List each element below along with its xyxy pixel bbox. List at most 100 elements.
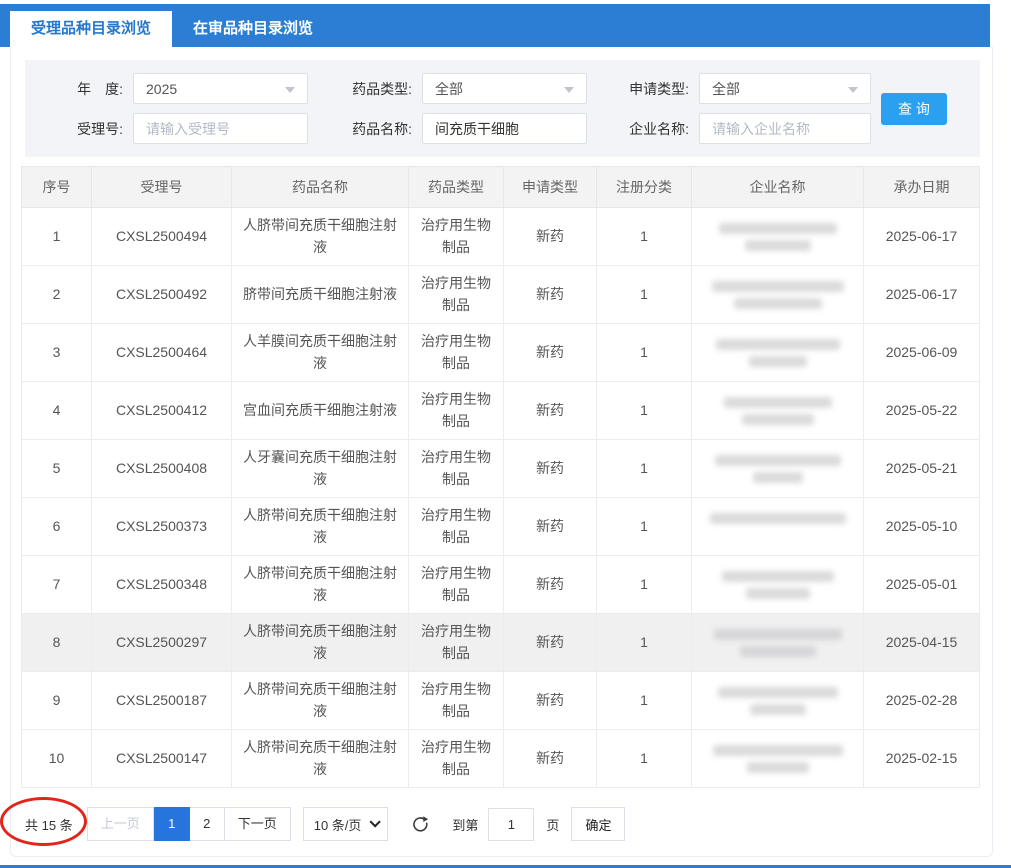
goto-page-input[interactable] xyxy=(488,808,534,841)
cell-apply-type: 新药 xyxy=(504,382,597,440)
table-row[interactable]: 9 CXSL2500187 人脐带间充质干细胞注射液 治疗用生物制品 新药 1 … xyxy=(22,672,980,730)
cell-index: 6 xyxy=(22,498,92,556)
company-name-label: 企业名称: xyxy=(597,119,689,139)
col-header-drug-type: 药品类型 xyxy=(409,167,504,208)
cell-drug-type: 治疗用生物制品 xyxy=(409,266,504,324)
pagination-bar: 共 15 条 上一页 12 下一页 10 条/页 到第 页 确定 xyxy=(23,807,992,841)
year-select[interactable]: 2025 xyxy=(133,73,308,104)
company-redacted-blur xyxy=(702,223,853,251)
total-count: 共 15 条 xyxy=(25,815,73,834)
cell-reg-class: 1 xyxy=(597,672,692,730)
cell-company xyxy=(692,440,864,498)
cell-acceptance-no: CXSL2500492 xyxy=(92,266,232,324)
table-row[interactable]: 1 CXSL2500494 人脐带间充质干细胞注射液 治疗用生物制品 新药 1 … xyxy=(22,208,980,266)
cell-acceptance-no: CXSL2500408 xyxy=(92,440,232,498)
tab-under-review-catalog[interactable]: 在审品种目录浏览 xyxy=(172,11,334,47)
table-row[interactable]: 4 CXSL2500412 宫血间充质干细胞注射液 治疗用生物制品 新药 1 2… xyxy=(22,382,980,440)
cell-reg-class: 1 xyxy=(597,730,692,788)
cell-index: 4 xyxy=(22,382,92,440)
page-size-value: 10 条/页 xyxy=(314,815,362,834)
cell-acceptance-no: CXSL2500297 xyxy=(92,614,232,672)
page: 受理品种目录浏览 在审品种目录浏览 年 度: 2025 药品类型: 全部 申请类… xyxy=(0,0,1011,868)
confirm-button[interactable]: 确定 xyxy=(571,807,625,841)
search-button[interactable]: 查 询 xyxy=(881,93,947,125)
table-row[interactable]: 6 CXSL2500373 人脐带间充质干细胞注射液 治疗用生物制品 新药 1 … xyxy=(22,498,980,556)
prev-page-button[interactable]: 上一页 xyxy=(87,807,154,841)
cell-company xyxy=(692,730,864,788)
cell-acceptance-no: CXSL2500187 xyxy=(92,672,232,730)
cell-drug-type: 治疗用生物制品 xyxy=(409,498,504,556)
chevron-down-icon xyxy=(848,87,858,93)
company-redacted-blur xyxy=(702,571,853,599)
company-redacted-blur xyxy=(702,629,853,657)
cell-company xyxy=(692,556,864,614)
chevron-down-icon xyxy=(370,816,381,827)
page-numbers: 12 xyxy=(154,807,225,841)
cell-drug-name: 宫血间充质干细胞注射液 xyxy=(232,382,409,440)
tab-accepted-catalog[interactable]: 受理品种目录浏览 xyxy=(10,11,172,47)
cell-drug-type: 治疗用生物制品 xyxy=(409,208,504,266)
col-header-index: 序号 xyxy=(22,167,92,208)
next-page-button[interactable]: 下一页 xyxy=(224,807,291,841)
drug-name-field-wrap xyxy=(422,113,587,144)
cell-index: 8 xyxy=(22,614,92,672)
cell-reg-class: 1 xyxy=(597,614,692,672)
drug-type-select[interactable]: 全部 xyxy=(422,73,587,104)
cell-acceptance-no: CXSL2500494 xyxy=(92,208,232,266)
col-header-drug-name: 药品名称 xyxy=(232,167,409,208)
cell-index: 7 xyxy=(22,556,92,614)
cell-drug-type: 治疗用生物制品 xyxy=(409,382,504,440)
refresh-icon[interactable] xyxy=(410,813,432,835)
table-header-row: 序号 受理号 药品名称 药品类型 申请类型 注册分类 企业名称 承办日期 xyxy=(22,167,980,208)
apply-type-select[interactable]: 全部 xyxy=(699,73,871,104)
table-row[interactable]: 2 CXSL2500492 脐带间充质干细胞注射液 治疗用生物制品 新药 1 2… xyxy=(22,266,980,324)
cell-company xyxy=(692,266,864,324)
cell-apply-type: 新药 xyxy=(504,324,597,382)
cell-acceptance-no: CXSL2500373 xyxy=(92,498,232,556)
goto-page-suffix: 页 xyxy=(546,815,559,834)
table-row[interactable]: 10 CXSL2500147 人脐带间充质干细胞注射液 治疗用生物制品 新药 1… xyxy=(22,730,980,788)
company-redacted-blur xyxy=(702,397,853,425)
table-row[interactable]: 8 CXSL2500297 人脐带间充质干细胞注射液 治疗用生物制品 新药 1 … xyxy=(22,614,980,672)
cell-drug-type: 治疗用生物制品 xyxy=(409,440,504,498)
cell-drug-name: 人脐带间充质干细胞注射液 xyxy=(232,730,409,788)
cell-reg-class: 1 xyxy=(597,208,692,266)
content-panel: 年 度: 2025 药品类型: 全部 申请类型: 全部 查 询 受理号: xyxy=(10,47,993,857)
cell-date: 2025-05-21 xyxy=(864,440,980,498)
company-redacted-blur xyxy=(702,687,853,715)
cell-reg-class: 1 xyxy=(597,556,692,614)
col-header-company: 企业名称 xyxy=(692,167,864,208)
drug-type-select-value: 全部 xyxy=(435,79,463,99)
cell-index: 2 xyxy=(22,266,92,324)
results-table: 序号 受理号 药品名称 药品类型 申请类型 注册分类 企业名称 承办日期 1 C… xyxy=(21,166,980,788)
cell-date: 2025-06-17 xyxy=(864,208,980,266)
page-button-2[interactable]: 2 xyxy=(189,807,225,841)
cell-apply-type: 新药 xyxy=(504,498,597,556)
acceptance-no-label: 受理号: xyxy=(43,119,123,139)
company-name-input[interactable] xyxy=(712,121,858,137)
cell-date: 2025-04-15 xyxy=(864,614,980,672)
table-row[interactable]: 5 CXSL2500408 人牙囊间充质干细胞注射液 治疗用生物制品 新药 1 … xyxy=(22,440,980,498)
table-row[interactable]: 7 CXSL2500348 人脐带间充质干细胞注射液 治疗用生物制品 新药 1 … xyxy=(22,556,980,614)
page-button-1[interactable]: 1 xyxy=(154,807,190,841)
page-size-select[interactable]: 10 条/页 xyxy=(303,807,389,841)
cell-index: 3 xyxy=(22,324,92,382)
cell-company xyxy=(692,498,864,556)
company-redacted-blur xyxy=(702,513,853,541)
apply-type-select-value: 全部 xyxy=(712,79,740,99)
cell-drug-type: 治疗用生物制品 xyxy=(409,614,504,672)
page-button-group: 上一页 12 下一页 xyxy=(87,807,291,841)
company-name-field-wrap xyxy=(699,113,871,144)
cell-index: 5 xyxy=(22,440,92,498)
company-redacted-blur xyxy=(702,455,853,483)
cell-date: 2025-02-28 xyxy=(864,672,980,730)
cell-drug-name: 人羊膜间充质干细胞注射液 xyxy=(232,324,409,382)
cell-apply-type: 新药 xyxy=(504,672,597,730)
cell-apply-type: 新药 xyxy=(504,208,597,266)
acceptance-no-input[interactable] xyxy=(146,121,295,137)
cell-date: 2025-05-10 xyxy=(864,498,980,556)
drug-name-input[interactable] xyxy=(435,121,574,137)
table-row[interactable]: 3 CXSL2500464 人羊膜间充质干细胞注射液 治疗用生物制品 新药 1 … xyxy=(22,324,980,382)
table-body: 1 CXSL2500494 人脐带间充质干细胞注射液 治疗用生物制品 新药 1 … xyxy=(22,208,980,788)
drug-name-label: 药品名称: xyxy=(318,119,412,139)
